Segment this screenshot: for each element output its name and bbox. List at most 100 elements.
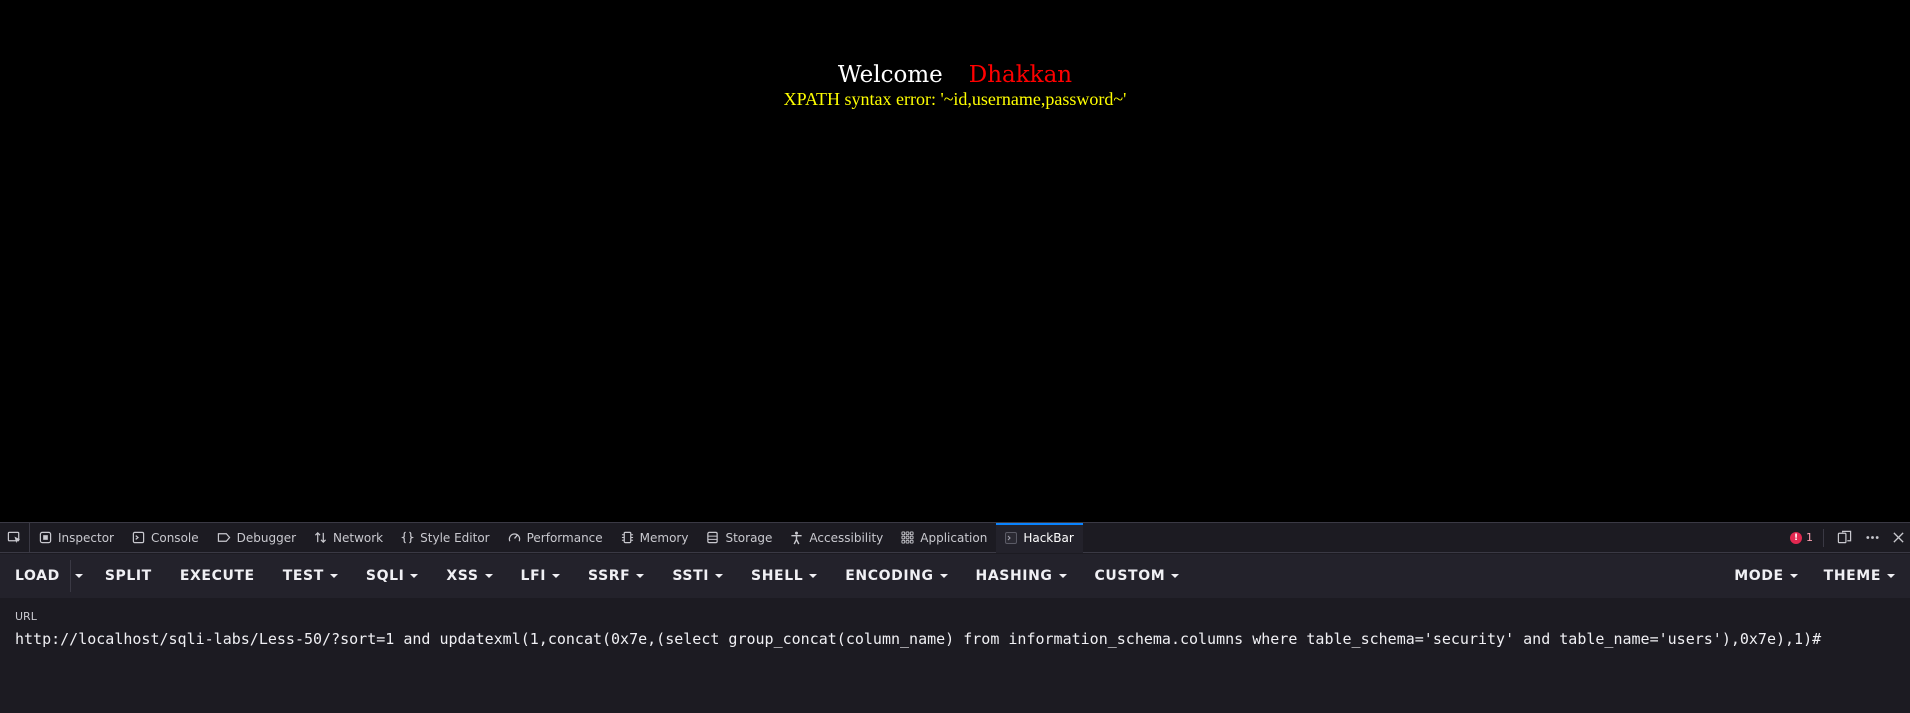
tab-style-editor[interactable]: Style Editor: [392, 523, 498, 553]
network-icon: [314, 532, 327, 543]
custom-menu-button[interactable]: CUSTOM: [1084, 560, 1191, 592]
caret-down-icon: [484, 574, 493, 578]
tab-console[interactable]: Console: [123, 523, 208, 553]
tab-accessibility[interactable]: Accessibility: [781, 523, 892, 553]
hackbar-toolbar-right: MODE THEME: [1723, 560, 1910, 592]
shell-label: SHELL: [751, 568, 804, 584]
tab-debugger[interactable]: Debugger: [208, 523, 305, 553]
sqli-label: SQLI: [365, 568, 405, 584]
error-icon: !: [1790, 531, 1802, 544]
tab-hackbar[interactable]: HackBar: [996, 522, 1084, 553]
tab-memory[interactable]: Memory: [612, 523, 698, 553]
error-count-badge[interactable]: ! 1: [1780, 528, 1824, 547]
error-count: 1: [1806, 531, 1813, 544]
inspector-icon: [39, 531, 52, 544]
devtools-panel: Inspector Console Debugger Network Style…: [0, 522, 1910, 713]
tab-label: Performance: [526, 530, 603, 545]
test-menu-button[interactable]: TEST: [272, 560, 349, 592]
caret-down-icon: [75, 574, 84, 578]
mode-label: MODE: [1734, 568, 1784, 584]
tab-label: Memory: [639, 530, 689, 545]
theme-label: THEME: [1823, 568, 1881, 584]
storage-icon: [707, 531, 719, 544]
hackbar-toolbar: LOAD SPLIT EXECUTE TEST SQLI XSS LFI SSR…: [0, 554, 1910, 598]
application-icon: [901, 531, 914, 544]
devtools-toolbar-right: ! 1: [1780, 523, 1910, 553]
caret-down-icon: [715, 574, 724, 578]
url-section: URL http://localhost/sqli-labs/Less-50/?…: [0, 599, 1910, 713]
encoding-menu-button[interactable]: ENCODING: [834, 560, 958, 592]
welcome-label: Welcome: [837, 62, 943, 88]
caret-down-icon: [809, 574, 818, 578]
tab-network[interactable]: Network: [305, 523, 392, 553]
close-devtools-button[interactable]: [1886, 523, 1910, 553]
hackbar-icon: [1005, 531, 1018, 544]
tab-label: Network: [333, 530, 384, 545]
xss-menu-button[interactable]: XSS: [435, 560, 503, 592]
sqli-menu-button[interactable]: SQLI: [355, 560, 430, 592]
ssrf-label: SSRF: [588, 568, 631, 584]
tab-performance[interactable]: Performance: [499, 523, 612, 553]
tab-label: Console: [150, 530, 199, 545]
performance-icon: [508, 533, 520, 542]
tab-label: Application: [920, 530, 988, 545]
execute-label: EXECUTE: [179, 568, 255, 584]
tab-storage[interactable]: Storage: [697, 523, 781, 553]
hashing-menu-button[interactable]: HASHING: [965, 560, 1078, 592]
load-button-group: LOAD: [4, 560, 88, 592]
caret-down-icon: [939, 574, 948, 578]
tab-label: Inspector: [58, 530, 114, 545]
close-icon: [1892, 532, 1904, 543]
style-editor-icon: [401, 531, 415, 544]
shell-menu-button[interactable]: SHELL: [740, 560, 828, 592]
caret-down-icon: [636, 574, 645, 578]
lfi-menu-button[interactable]: LFI: [510, 560, 572, 592]
welcome-line: Welcome Dhakkan: [0, 60, 1910, 90]
test-label: TEST: [282, 568, 324, 584]
hashing-label: HASHING: [975, 568, 1053, 584]
mode-menu-button[interactable]: MODE: [1723, 560, 1808, 592]
tab-label: Accessibility: [809, 530, 884, 545]
caret-down-icon: [410, 574, 419, 578]
tab-inspector[interactable]: Inspector: [30, 523, 123, 553]
devtools-tabbar: Inspector Console Debugger Network Style…: [0, 522, 1910, 553]
caret-down-icon: [1058, 574, 1067, 578]
ssrf-menu-button[interactable]: SSRF: [577, 560, 655, 592]
theme-menu-button[interactable]: THEME: [1813, 560, 1906, 592]
console-icon: [132, 531, 145, 544]
load-button[interactable]: LOAD: [4, 560, 70, 592]
caret-down-icon: [1789, 574, 1798, 578]
memory-icon: [621, 531, 633, 544]
url-label: URL: [15, 610, 37, 623]
tab-label: HackBar: [1023, 530, 1074, 545]
element-picker-icon: [7, 531, 21, 544]
more-options-button[interactable]: [1858, 523, 1886, 553]
element-picker-button[interactable]: [0, 522, 30, 553]
tab-label: Debugger: [236, 530, 297, 545]
tab-application[interactable]: Application: [892, 523, 996, 553]
caret-down-icon: [329, 574, 338, 578]
custom-label: CUSTOM: [1094, 568, 1166, 584]
caret-down-icon: [1171, 574, 1180, 578]
ssti-menu-button[interactable]: SSTI: [661, 560, 734, 592]
dock-toggle-button[interactable]: [1830, 523, 1858, 553]
url-input[interactable]: http://localhost/sqli-labs/Less-50/?sort…: [15, 627, 1895, 697]
xpath-error-message: XPATH syntax error: '~id,username,passwo…: [783, 89, 1127, 109]
caret-down-icon: [552, 574, 561, 578]
dock-side-icon: [1837, 530, 1851, 544]
tab-label: Storage: [725, 530, 773, 545]
ssti-label: SSTI: [672, 568, 710, 584]
page-viewport: Welcome Dhakkan XPATH syntax error: '~id,…: [0, 0, 1910, 522]
execute-button[interactable]: EXECUTE: [169, 560, 266, 592]
encoding-label: ENCODING: [845, 568, 934, 584]
caret-down-icon: [1887, 574, 1895, 578]
welcome-name: Dhakkan: [968, 62, 1073, 88]
debugger-icon: [217, 533, 230, 542]
xss-label: XSS: [446, 568, 479, 584]
split-button[interactable]: SPLIT: [94, 560, 163, 592]
ellipsis-icon: [1865, 536, 1879, 539]
accessibility-icon: [791, 531, 803, 544]
split-label: SPLIT: [104, 568, 152, 584]
tab-label: Style Editor: [420, 530, 490, 545]
load-dropdown-button[interactable]: [69, 560, 88, 592]
